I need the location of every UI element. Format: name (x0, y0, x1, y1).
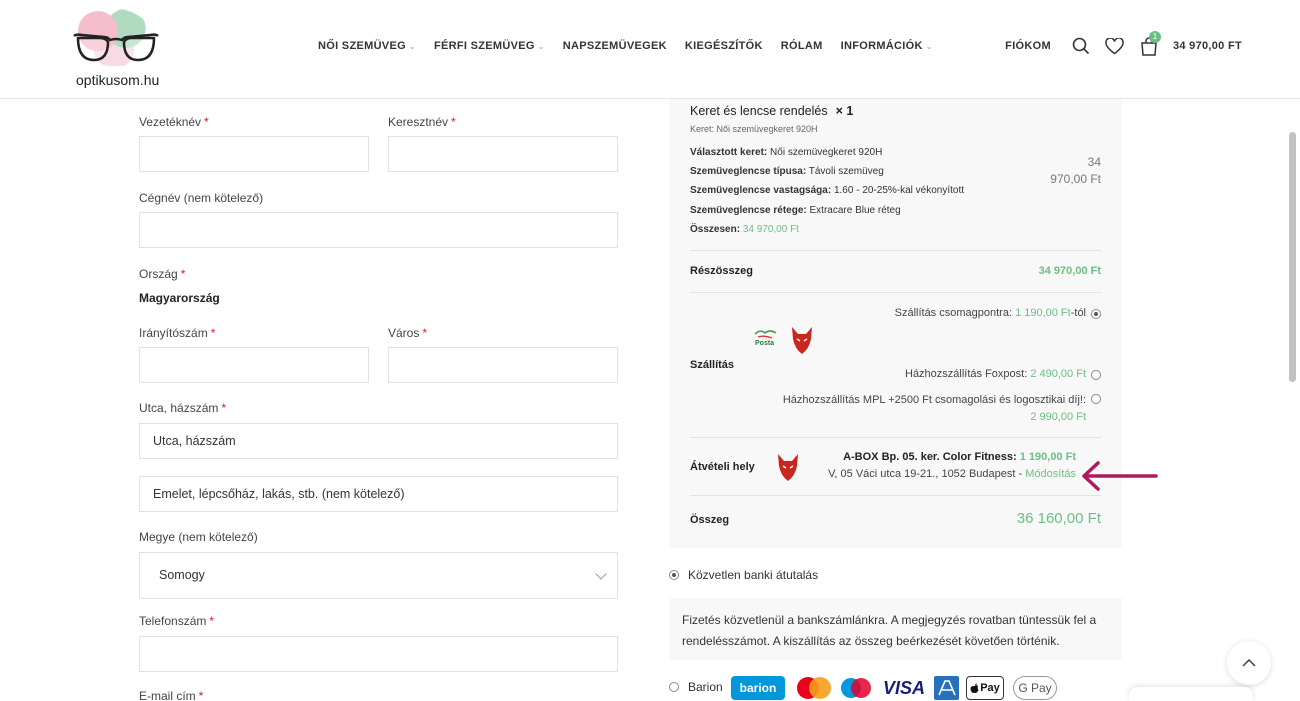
chevron-up-icon (1242, 659, 1256, 667)
foxpost-logo-icon (790, 325, 814, 358)
payment-radio-bank[interactable] (669, 570, 679, 580)
barion-logo-icon: barion (731, 676, 785, 700)
chevron-down-icon: ⌄ (925, 41, 933, 51)
first-name-input[interactable] (388, 136, 618, 172)
google-pay-logo-icon: G Pay (1013, 676, 1057, 700)
subtotal-value: 34 970,00 Ft (1038, 265, 1101, 277)
cart-count-badge: 1 (1148, 31, 1161, 43)
pickup-address: V, 05 Váci utca 19-21., 1052 Budapest - … (828, 468, 1076, 480)
heart-icon[interactable] (1103, 34, 1127, 58)
nav-kiegeszitok[interactable]: KIEGÉSZÍTŐK (685, 40, 763, 52)
glasses-logo-icon (73, 33, 159, 62)
logo-text: optikusom.hu (76, 72, 160, 88)
shipping-option-mpl[interactable]: Házhozszállítás MPL +2500 Ft csomagolási… (783, 392, 1086, 426)
last-name-input[interactable] (139, 136, 369, 172)
divider (690, 250, 1101, 251)
country-value: Magyarország (139, 291, 220, 305)
grand-total-value: 36 160,00 Ft (1016, 510, 1101, 527)
foxpost-pickup-icon (776, 452, 800, 485)
city-input[interactable] (388, 347, 618, 383)
nav-informaciok[interactable]: INFORMÁCIÓK ⌄ (841, 40, 933, 52)
main-nav: NŐI SZEMÜVEG ⌄ FÉRFI SZEMÜVEG ⌄ NAPSZEMÜVE… (318, 40, 951, 52)
product-name: Keret és lencse rendelés × 1 (690, 104, 854, 118)
payment-radio-barion[interactable] (669, 682, 679, 692)
page-scrollbar[interactable] (1289, 132, 1296, 382)
grand-total-label: Összeg (690, 514, 730, 526)
shipping-option-pickup[interactable]: Szállítás csomagpontra: 1 190,00 Ft-tól (895, 307, 1086, 319)
search-icon[interactable] (1069, 34, 1093, 58)
nav-noi-szemuveg[interactable]: NŐI SZEMÜVEG ⌄ (318, 40, 416, 52)
street-label: Utca, házszám * (139, 401, 227, 415)
chevron-down-icon (595, 568, 607, 580)
apple-pay-logo-icon: Pay (966, 676, 1004, 700)
meta-total: Összesen: 34 970,00 Ft (690, 224, 799, 235)
nav-ferfi-szemuveg[interactable]: FÉRFI SZEMÜVEG ⌄ (434, 40, 545, 52)
visa-logo-icon: VISA (882, 677, 925, 698)
shipping-radio-mpl[interactable] (1091, 394, 1101, 404)
country-label: Ország * (139, 267, 186, 281)
nav-rolam[interactable]: RÓLAM (781, 40, 823, 52)
meta-lens-thickness: Szemüveglencse vastagsága: 1.60 - 20-25%… (690, 185, 965, 196)
chevron-down-icon: ⌄ (537, 41, 545, 51)
meta-lens-type: Szemüveglencse típusa: Távoli szemüveg (690, 166, 884, 177)
scroll-to-top-button[interactable] (1227, 641, 1271, 685)
pickup-name: A-BOX Bp. 05. ker. Color Fitness: 1 190,… (843, 451, 1076, 463)
company-input[interactable] (139, 212, 618, 248)
divider (690, 292, 1101, 293)
product-price: 34 970,00 Ft (1050, 155, 1101, 186)
product-subtitle: Keret: Női szemüvegkeret 920H (690, 124, 818, 134)
last-name-label: Vezetéknév * (139, 115, 209, 129)
shipping-option-foxpost[interactable]: Házhozszállítás Foxpost: 2 490,00 Ft (905, 368, 1086, 380)
account-link[interactable]: FIÓKOM (1005, 40, 1051, 52)
divider (690, 495, 1101, 496)
pickup-label: Átvételi hely (690, 461, 755, 473)
nav-napszemuvegek[interactable]: NAPSZEMÜVEGEK (563, 40, 667, 52)
meta-frame: Választott keret: Női szemüvegkeret 920H (690, 147, 883, 158)
payment-barion-label[interactable]: Barion (688, 680, 723, 694)
street-input[interactable]: Utca, házszám (139, 423, 618, 459)
shipping-radio-pickup[interactable] (1091, 309, 1101, 319)
payment-bank-label[interactable]: Közvetlen banki átutalás (688, 568, 818, 582)
city-label: Város * (388, 326, 428, 340)
county-label: Megye (nem kötelező) (139, 530, 258, 544)
zip-label: Irányítószám * (139, 326, 216, 340)
zip-input[interactable] (139, 347, 369, 383)
shipping-radio-foxpost[interactable] (1091, 370, 1101, 380)
company-label: Cégnév (nem kötelező) (139, 191, 264, 205)
pickup-modify-link[interactable]: Módosítás (1025, 468, 1076, 480)
cart-icon[interactable]: 1 (1137, 31, 1161, 58)
cart-total[interactable]: 34 970,00 FT (1173, 40, 1242, 52)
annotation-arrow-icon (1082, 461, 1158, 491)
chevron-down-icon: ⌄ (408, 41, 416, 51)
phone-input[interactable] (139, 636, 618, 672)
payment-bank-description: Fizetés közvetlenül a bankszámlánkra. A … (669, 598, 1122, 660)
county-select[interactable]: Somogy (139, 552, 618, 599)
chat-widget[interactable] (1129, 687, 1253, 701)
meta-lens-coating: Szemüveglencse rétege: Extracare Blue ré… (690, 205, 901, 216)
site-logo[interactable]: optikusom.hu (70, 8, 162, 90)
header-actions: FIÓKOM 1 34 970,00 FT (1005, 31, 1242, 58)
divider (690, 437, 1101, 438)
posta-logo-icon: Posta (752, 327, 780, 351)
mastercard-logo-icon (794, 676, 834, 700)
email-label: E-mail cím * (139, 689, 204, 701)
maestro-logo-icon (840, 676, 872, 700)
street2-input[interactable]: Emelet, lépcsőház, lakás, stb. (nem köte… (139, 476, 618, 512)
phone-label: Telefonszám * (139, 614, 215, 628)
subtotal-label: Részösszeg (690, 265, 753, 277)
first-name-label: Keresztnév * (388, 115, 456, 129)
site-header: optikusom.hu NŐI SZEMÜVEG ⌄ FÉRFI SZEMÜVE… (0, 0, 1300, 99)
amex-logo-icon (934, 676, 959, 700)
shipping-label: Szállítás (690, 359, 735, 371)
